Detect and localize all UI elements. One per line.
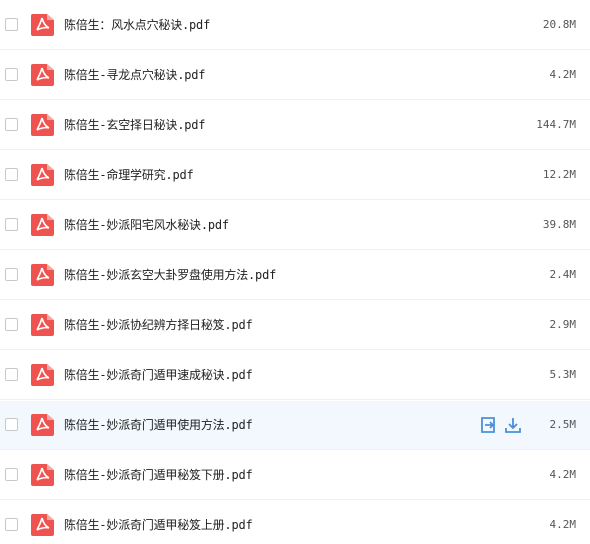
file-name[interactable]: 陈倍生-妙派协纪辨方择日秘笈.pdf	[64, 316, 253, 334]
file-name[interactable]: 陈倍生-妙派玄空大卦罗盘使用方法.pdf	[64, 266, 276, 284]
file-row[interactable]: 陈倍生-妙派奇门遁甲秘笈上册.pdf 4.2M	[0, 501, 590, 544]
pdf-file-icon	[31, 414, 54, 436]
file-size: 2.5M	[549, 418, 577, 431]
file-name[interactable]: 陈倍生-妙派奇门遁甲秘笈下册.pdf	[64, 466, 253, 484]
row-checkbox[interactable]	[5, 318, 18, 331]
pdf-file-icon	[31, 64, 54, 86]
pdf-file-icon	[31, 264, 54, 286]
row-checkbox[interactable]	[5, 168, 18, 181]
pdf-file-icon	[31, 114, 54, 136]
pdf-file-icon	[31, 464, 54, 486]
move-to-icon[interactable]	[479, 416, 497, 434]
row-checkbox[interactable]	[5, 118, 18, 131]
file-size: 144.7M	[536, 118, 576, 131]
row-checkbox[interactable]	[5, 68, 18, 81]
file-size: 20.8M	[542, 18, 576, 31]
file-name[interactable]: 陈倍生-妙派奇门遁甲速成秘诀.pdf	[64, 366, 253, 384]
file-size: 39.8M	[542, 218, 576, 231]
pdf-file-icon	[31, 314, 54, 336]
file-name[interactable]: 陈倍生-寻龙点穴秘诀.pdf	[64, 66, 206, 84]
file-row[interactable]: 陈倍生-妙派阳宅风水秘诀.pdf 39.8M	[0, 201, 590, 250]
file-size: 4.2M	[549, 68, 577, 81]
file-size: 2.9M	[549, 318, 577, 331]
file-row[interactable]: 陈倍生-命理学研究.pdf 12.2M	[0, 151, 590, 200]
download-icon[interactable]	[504, 416, 522, 434]
file-name[interactable]: 陈倍生：风水点穴秘诀.pdf	[64, 16, 210, 34]
row-checkbox[interactable]	[5, 468, 18, 481]
file-name[interactable]: 陈倍生-命理学研究.pdf	[64, 166, 194, 184]
file-row[interactable]: 陈倍生-妙派奇门遁甲秘笈下册.pdf 4.2M	[0, 451, 590, 500]
file-row[interactable]: 陈倍生-妙派玄空大卦罗盘使用方法.pdf 2.4M	[0, 251, 590, 300]
file-size: 12.2M	[542, 168, 576, 181]
file-row[interactable]: 陈倍生-妙派奇门遁甲使用方法.pdf 2.5M	[0, 401, 590, 450]
file-row[interactable]: 陈倍生-玄空择日秘诀.pdf 144.7M	[0, 101, 590, 150]
file-size: 4.2M	[549, 518, 577, 531]
file-row[interactable]: 陈倍生：风水点穴秘诀.pdf 20.8M	[0, 1, 590, 50]
file-row[interactable]: 陈倍生-妙派奇门遁甲速成秘诀.pdf 5.3M	[0, 351, 590, 400]
row-checkbox[interactable]	[5, 268, 18, 281]
pdf-file-icon	[31, 214, 54, 236]
row-checkbox[interactable]	[5, 368, 18, 381]
file-size: 4.2M	[549, 468, 577, 481]
file-size: 5.3M	[549, 368, 577, 381]
file-row[interactable]: 陈倍生-寻龙点穴秘诀.pdf 4.2M	[0, 51, 590, 100]
row-checkbox[interactable]	[5, 18, 18, 31]
pdf-file-icon	[31, 364, 54, 386]
file-name[interactable]: 陈倍生-妙派阳宅风水秘诀.pdf	[64, 216, 229, 234]
row-checkbox[interactable]	[5, 218, 18, 231]
row-checkbox[interactable]	[5, 418, 18, 431]
file-name[interactable]: 陈倍生-玄空择日秘诀.pdf	[64, 116, 206, 134]
file-list: 陈倍生：风水点穴秘诀.pdf 20.8M 陈倍生-寻龙点穴秘诀.pdf 4.2M…	[0, 0, 590, 544]
file-name[interactable]: 陈倍生-妙派奇门遁甲使用方法.pdf	[64, 416, 253, 434]
pdf-file-icon	[31, 514, 54, 536]
file-row[interactable]: 陈倍生-妙派协纪辨方择日秘笈.pdf 2.9M	[0, 301, 590, 350]
pdf-file-icon	[31, 14, 54, 36]
pdf-file-icon	[31, 164, 54, 186]
file-name[interactable]: 陈倍生-妙派奇门遁甲秘笈上册.pdf	[64, 516, 253, 534]
file-size: 2.4M	[549, 268, 577, 281]
row-checkbox[interactable]	[5, 518, 18, 531]
